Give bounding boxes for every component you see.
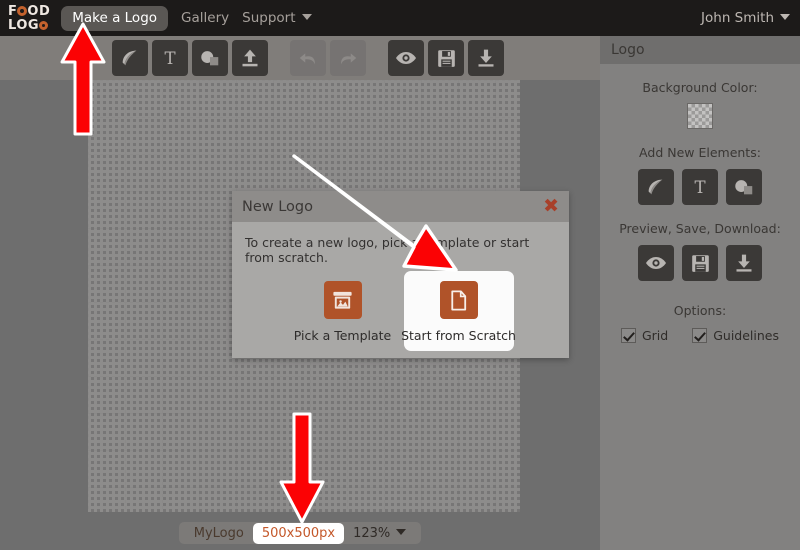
toolbar-redo-button: [330, 40, 366, 76]
grid-line-vertical: [88, 80, 89, 512]
panel-text-button[interactable]: T: [682, 169, 718, 205]
nav-gallery-link[interactable]: Gallery: [181, 10, 229, 26]
preview-eye-icon: [396, 52, 416, 64]
option-grid-label: Grid: [641, 328, 669, 343]
leaf-icon: [122, 50, 137, 66]
text-icon: T: [164, 49, 175, 68]
nav-support-dropdown[interactable]: Support: [242, 10, 311, 26]
panel-shapes-button[interactable]: [726, 169, 762, 205]
donut-icon: [17, 6, 28, 16]
brand-line-2: LOG: [8, 18, 50, 32]
grid-line-horizontal: [88, 487, 520, 488]
grid-line-horizontal: [88, 413, 520, 414]
grid-line-horizontal: [88, 154, 520, 155]
toolbar-text-button[interactable]: T: [152, 40, 188, 76]
preview-eye-icon: [646, 257, 666, 269]
grid-line-horizontal: [88, 450, 520, 451]
grid-line-vertical: [162, 80, 163, 512]
toolbar-group-output: [388, 40, 508, 76]
panel-leaf-button[interactable]: [638, 169, 674, 205]
app-root: F OD LOG Make a Logo Gallery Support John…: [0, 0, 800, 550]
blank-page-icon-wrap: [439, 281, 478, 319]
option-guidelines[interactable]: Guidelines: [692, 328, 779, 343]
toolbar-save-button[interactable]: [428, 40, 464, 76]
dialog-description: To create a new logo, pick a template or…: [245, 235, 530, 265]
new-logo-dialog: New Logo ✖ To create a new logo, pick a …: [232, 191, 569, 358]
background-color-label: Background Color:: [642, 80, 758, 95]
grid-line-horizontal: [88, 117, 520, 118]
make-a-logo-button[interactable]: Make a Logo: [61, 5, 169, 31]
canvas-size-field[interactable]: 500x500px: [252, 522, 345, 544]
dialog-titlebar: New Logo ✖: [232, 191, 569, 222]
panel-save-button[interactable]: [682, 245, 718, 281]
picture-frame-icon: [333, 291, 352, 309]
status-pill: MyLogo 500x500px 123%: [178, 522, 422, 544]
grid-line-horizontal: [88, 376, 520, 377]
preview-save-download-label: Preview, Save, Download:: [619, 221, 781, 236]
dialog-title: New Logo: [242, 198, 314, 215]
shapes-icon: [735, 180, 753, 195]
guidelines-checkbox[interactable]: [692, 328, 708, 343]
grid-checkbox[interactable]: [620, 328, 636, 343]
option-grid[interactable]: Grid: [620, 328, 669, 343]
download-icon: [736, 254, 752, 272]
start-from-scratch-label: Start from Scratch: [401, 328, 516, 343]
save-floppy-icon: [691, 254, 709, 272]
background-color-swatch-wrap: [600, 103, 800, 129]
grid-line-vertical: [125, 80, 126, 512]
document-name-field[interactable]: MyLogo: [185, 526, 253, 541]
toolbar-upload-button[interactable]: [232, 40, 268, 76]
pick-a-template-label: Pick a Template: [293, 328, 392, 343]
brand-logo[interactable]: F OD LOG: [8, 4, 50, 32]
redo-icon: [341, 53, 357, 65]
start-from-scratch-choice[interactable]: Start from Scratch: [401, 271, 516, 351]
text-icon: T: [694, 178, 705, 197]
undo-icon: [299, 53, 315, 65]
svg-text:T: T: [164, 49, 175, 68]
add-new-elements-label: Add New Elements:: [639, 145, 761, 160]
properties-panel: Logo Background Color: Add New Elements:…: [600, 36, 800, 550]
background-color-swatch[interactable]: [687, 103, 713, 129]
toolbar-undo-button: [290, 40, 326, 76]
top-navigation-bar: F OD LOG Make a Logo Gallery Support John…: [0, 0, 800, 36]
toolbar-leaf-button[interactable]: [112, 40, 148, 76]
svg-text:T: T: [694, 178, 705, 197]
shapes-icon: [201, 51, 219, 66]
canvas-status-bar: MyLogo 500x500px 123%: [0, 516, 600, 550]
panel-header: Logo: [600, 36, 800, 64]
toolbar-download-button[interactable]: [468, 40, 504, 76]
toolbar-shapes-button[interactable]: [192, 40, 228, 76]
brand-line-1: F OD: [8, 3, 51, 19]
options-label: Options:: [673, 303, 727, 318]
toolbar-preview-button[interactable]: [388, 40, 424, 76]
picture-frame-icon-wrap: [323, 281, 362, 319]
editor-toolbar: T: [0, 36, 600, 80]
leaf-icon: [648, 179, 663, 195]
save-floppy-icon: [437, 49, 455, 67]
upload-icon: [242, 49, 258, 67]
download-icon: [478, 49, 494, 67]
panel-preview-button[interactable]: [638, 245, 674, 281]
toolbar-group-add: T: [112, 40, 272, 76]
user-menu[interactable]: John Smith: [701, 10, 790, 26]
preview-save-download-row: [600, 245, 800, 281]
donut-icon: [39, 20, 49, 30]
pick-a-template-choice[interactable]: Pick a Template: [288, 271, 398, 351]
options-row: Grid Guidelines: [600, 328, 800, 343]
panel-download-button[interactable]: [726, 245, 762, 281]
toolbar-group-history: [290, 40, 370, 76]
add-elements-row: T: [600, 169, 800, 205]
close-icon[interactable]: ✖: [543, 197, 559, 216]
zoom-level-dropdown[interactable]: 123%: [344, 526, 415, 541]
option-guidelines-label: Guidelines: [713, 328, 779, 343]
blank-page-icon: [451, 289, 467, 311]
dialog-choices: Pick a Template Start from Scratch: [232, 271, 569, 351]
grid-line-horizontal: [88, 80, 520, 81]
grid-line-vertical: [199, 80, 200, 512]
